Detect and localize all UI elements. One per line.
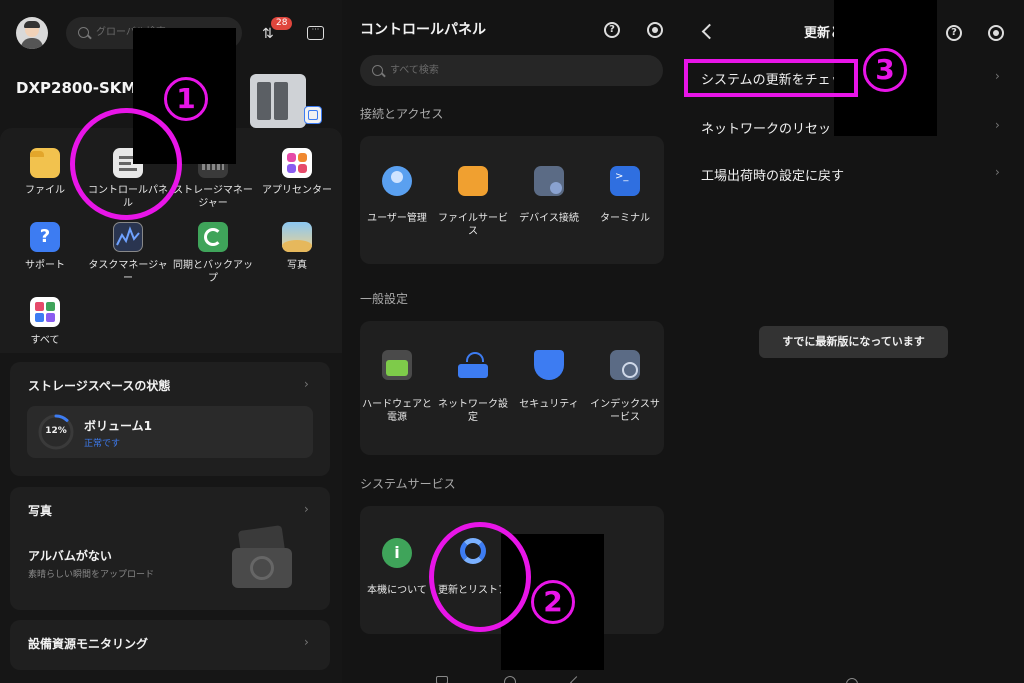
item-label: デバイス接続 — [519, 213, 579, 224]
item-label: ターミナル — [600, 213, 650, 224]
app-label: アプリセンター — [262, 185, 332, 196]
item-label: ハードウェアと電源 — [362, 399, 432, 423]
device-connect-icon[interactable] — [534, 166, 564, 196]
annotation-number-3: 3 — [863, 48, 907, 92]
item-label: ネットワーク設定 — [438, 399, 508, 423]
app-center-icon[interactable] — [282, 148, 312, 178]
control-panel: コントロールパネル ? すべて検索 接続とアクセス ユーザー管理 ファイルサービ… — [342, 0, 683, 683]
device-info-icon[interactable] — [304, 106, 322, 124]
nav-recent-icon[interactable] — [570, 676, 583, 683]
update-restore-panel: 更新とリストア ? システムの更新をチェック › ネットワークのリセット › 工… — [683, 0, 1024, 683]
app-label: 同期とバックアップ — [173, 260, 253, 284]
nas-device-image — [250, 74, 306, 128]
section-title: 一般設定 — [360, 292, 409, 306]
nav-back-icon[interactable] — [436, 676, 448, 683]
annotation-circle — [429, 522, 531, 632]
help-icon[interactable]: ? — [946, 25, 962, 41]
search-icon — [78, 27, 89, 38]
chevron-right-icon: › — [995, 118, 1000, 132]
settings-icon[interactable] — [988, 25, 1004, 41]
folder-icon[interactable] — [30, 148, 60, 178]
avatar[interactable] — [16, 17, 48, 49]
back-chevron-icon[interactable] — [701, 23, 718, 40]
chevron-right-icon: › — [995, 165, 1000, 179]
battery-icon[interactable] — [382, 350, 412, 380]
nav-home-icon[interactable] — [504, 676, 516, 683]
device-name: DXP2800-SKMT — [16, 79, 147, 97]
annotation-circle — [70, 108, 182, 220]
annotation-rectangle — [684, 59, 858, 97]
nav-home-icon[interactable] — [846, 678, 858, 683]
router-icon[interactable] — [458, 350, 488, 380]
app-label: ストレージマネージャー — [173, 185, 253, 209]
app-label: タスクマネージャー — [88, 260, 168, 284]
volume-name: ボリューム1 — [84, 419, 152, 433]
index-search-icon[interactable] — [610, 350, 640, 380]
shield-icon[interactable] — [534, 350, 564, 380]
section-card — [360, 321, 664, 455]
terminal-icon[interactable]: >_ — [610, 166, 640, 196]
chevron-right-icon: › — [304, 635, 309, 649]
chevron-right-icon: › — [995, 69, 1000, 83]
help-icon[interactable]: ? — [604, 22, 620, 38]
section-title: 接続とアクセス — [360, 107, 444, 121]
notification-badge: 28 — [271, 17, 293, 30]
photos-card-title: 写真 — [28, 504, 53, 518]
item-label: ユーザー管理 — [367, 213, 427, 224]
item-label: インデックスサービス — [590, 399, 660, 423]
volume-status: 正常です — [84, 439, 121, 449]
camera-illustration-icon — [232, 525, 292, 590]
info-icon[interactable]: i — [382, 538, 412, 568]
chevron-right-icon: › — [304, 502, 309, 516]
annotation-number-2: 2 — [531, 580, 575, 624]
app-label: サポート — [25, 260, 65, 271]
network-reset-row[interactable]: ネットワークのリセット — [701, 118, 844, 137]
app-label: すべて — [30, 335, 60, 346]
page-title: コントロールパネル — [360, 22, 486, 38]
chevron-right-icon: › — [304, 377, 309, 391]
message-icon[interactable]: ··· — [307, 26, 324, 40]
photos-empty-title: アルバムがない — [28, 549, 112, 563]
toast-message: すでに最新版になっています — [759, 326, 948, 358]
photo-icon[interactable] — [282, 222, 312, 252]
grid-icon[interactable] — [30, 297, 60, 327]
app-label: 写真 — [287, 260, 307, 271]
photos-empty-subtitle: 素晴らしい瞬間をアップロード — [28, 570, 155, 580]
home-panel: グローバル検索 ⇅ 28 ··· DXP2800-SKMT ファイル コントロー… — [0, 0, 342, 683]
section-card — [360, 136, 664, 264]
search-icon — [372, 65, 383, 76]
factory-reset-row[interactable]: 工場出荷時の設定に戻す — [701, 165, 844, 184]
item-label: 本機について — [367, 585, 427, 596]
app-label: ファイル — [25, 185, 65, 196]
sync-icon[interactable] — [198, 222, 228, 252]
usage-percent-label: 12% — [45, 426, 67, 436]
help-icon[interactable]: ? — [30, 222, 60, 252]
users-icon[interactable] — [382, 166, 412, 196]
task-manager-icon[interactable] — [113, 222, 143, 252]
storage-card-title: ストレージスペースの状態 — [28, 379, 171, 393]
file-service-icon[interactable] — [458, 166, 488, 196]
item-label: ファイルサービス — [438, 213, 508, 237]
item-label: セキュリティ — [519, 399, 579, 410]
settings-icon[interactable] — [647, 22, 663, 38]
section-title: システムサービス — [360, 477, 456, 491]
monitor-card-title: 設備資源モニタリング — [28, 637, 149, 651]
annotation-number-1: 1 — [164, 77, 208, 121]
control-panel-search-input[interactable]: すべて検索 — [360, 55, 663, 86]
